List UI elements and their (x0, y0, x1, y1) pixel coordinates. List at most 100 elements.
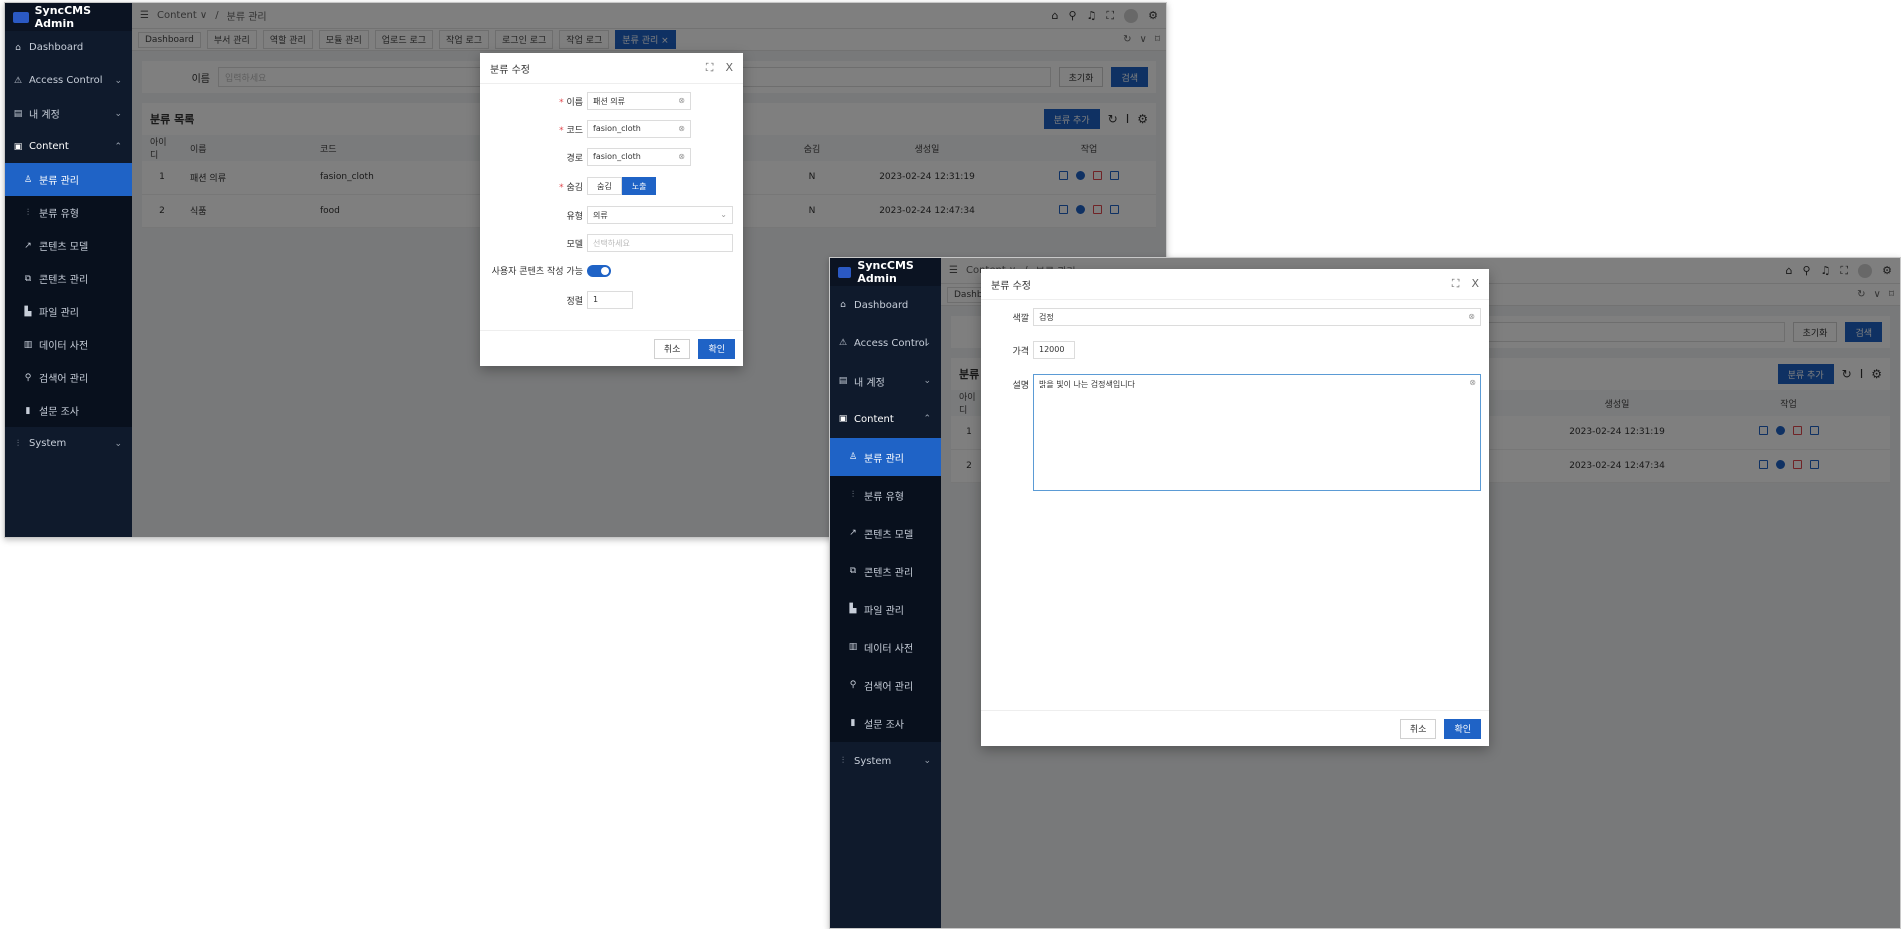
field-path: 경로 fasion_cloth ⊗ (480, 148, 691, 166)
sidebar-item-content-manage[interactable]: ⧉ 콘텐츠 관리 (830, 552, 941, 590)
type-icon: ⫶ (26, 207, 30, 218)
sidebar-item-dashboard[interactable]: ⌂ Dashboard (830, 286, 941, 324)
ok-button[interactable]: 확인 (1444, 718, 1481, 739)
sidebar-item-label: 검색어 관리 (864, 681, 914, 693)
model-select[interactable]: 선택하세요 (587, 234, 733, 252)
ugc-toggle[interactable] (587, 264, 611, 277)
sidebar-item-label: 분류 관리 (39, 176, 79, 187)
sidebar-item-survey[interactable]: ▮ 설문 조사 (830, 704, 941, 742)
sidebar-item-access-control[interactable]: ⚠ Access Control ⌄ (5, 64, 132, 97)
copy-icon: ⧉ (24, 273, 32, 284)
sidebar-item-content-model[interactable]: ↗ 콘텐츠 모델 (830, 514, 941, 552)
expand-icon[interactable]: ⛶ (1452, 277, 1460, 291)
sidebar-item-my-account[interactable]: ▤ 내 계정 ⌄ (830, 362, 941, 400)
sidebar-item-category[interactable]: ♙ 분류 관리 (830, 438, 941, 476)
description-textarea[interactable]: 밝을 빛이 나는 검정색입니다 ⊗ (1033, 374, 1481, 491)
sidebar-item-dictionary[interactable]: ▥ 데이터 사전 (5, 328, 132, 361)
sidebar-item-label: Access Control (29, 75, 103, 86)
close-icon[interactable]: X (1471, 277, 1479, 291)
modal-body: 색깔 검정 ⊗ 가격 12000 설명 밝을 빛이 나는 검정색입니다 ⊗ (981, 300, 1489, 710)
content-icon: ▣ (838, 414, 848, 424)
sidebar-item-file-manage[interactable]: ▙ 파일 관리 (830, 590, 941, 628)
chevron-up-icon: ⌃ (923, 414, 931, 424)
type-select[interactable]: 의류 ⌄ (587, 206, 733, 224)
sidebar-item-label: 설문 조사 (864, 719, 904, 731)
modal-body: * 이름 패션 의류 ⊗ * 코드 fasion_cloth ⊗ 경로 fasion… (480, 84, 743, 330)
color-input[interactable]: 검정 ⊗ (1033, 308, 1481, 326)
modal-footer: 취소 확인 (480, 330, 743, 366)
field-order: 정렬 1 (480, 291, 633, 309)
sidebar-item-keyword[interactable]: ⚲ 검색어 관리 (830, 666, 941, 704)
brand: SyncCMS Admin (830, 258, 941, 286)
code-input-value: fasion_cloth (593, 124, 641, 133)
cancel-button[interactable]: 취소 (653, 338, 691, 359)
ok-button[interactable]: 확인 (698, 338, 735, 359)
path-input[interactable]: fasion_cloth ⊗ (587, 148, 691, 166)
field-label: 설명 (1012, 381, 1029, 391)
code-input[interactable]: fasion_cloth ⊗ (587, 120, 691, 138)
sidebar-item-label: 분류 유형 (39, 209, 79, 220)
sidebar-item-label: System (854, 755, 892, 767)
field-color: 색깔 검정 ⊗ (981, 308, 1481, 326)
sidebar-item-my-account[interactable]: ▤ 내 계정 ⌄ (5, 97, 132, 130)
account-icon: ▤ (13, 108, 23, 119)
field-hidden: * 숨김 숨김 노출 (480, 177, 657, 195)
sidebar-item-label: Dashboard (854, 299, 909, 311)
chevron-down-icon: ⌄ (114, 438, 122, 449)
home-icon: ⌂ (840, 300, 846, 310)
modal-header: 분류 수정 ⛶ X (480, 53, 743, 84)
field-label: 경로 (566, 153, 583, 164)
dictionary-icon: ▥ (848, 642, 858, 652)
price-input[interactable]: 12000 (1033, 341, 1075, 359)
sidebar-item-survey[interactable]: ▮ 설문 조사 (5, 394, 132, 427)
content-icon: ▣ (13, 141, 23, 152)
clear-icon[interactable]: ⊗ (678, 124, 685, 133)
sidebar-item-dashboard[interactable]: ⌂ Dashboard (5, 31, 132, 64)
shield-icon: ⚠ (13, 75, 23, 86)
sidebar-item-label: 콘텐츠 관리 (864, 567, 914, 579)
sidebar-item-system[interactable]: ⫶ System ⌄ (5, 427, 132, 460)
field-label-text: 숨김 (566, 182, 583, 193)
cancel-button[interactable]: 취소 (1399, 718, 1437, 739)
sidebar-item-file-manage[interactable]: ▙ 파일 관리 (5, 295, 132, 328)
sidebar-item-dictionary[interactable]: ▥ 데이터 사전 (830, 628, 941, 666)
sidebar-item-content-model[interactable]: ↗ 콘텐츠 모델 (5, 229, 132, 262)
sidebar-item-label: 분류 유형 (864, 491, 904, 503)
order-input[interactable]: 1 (587, 291, 633, 309)
expand-icon[interactable]: ⛶ (706, 61, 714, 75)
hidden-option-show[interactable]: 노출 (621, 177, 657, 195)
sidebar-item-system[interactable]: ⫶ System ⌄ (830, 742, 941, 780)
clear-icon[interactable]: ⊗ (1468, 312, 1475, 321)
clear-icon[interactable]: ⊗ (1469, 378, 1476, 387)
app-b: SyncCMS Admin ⌂ Dashboard ⚠ Access Contr… (830, 258, 1900, 928)
main-area: ☰ Content ∨ / 분류 관리 ⌂ ⚲ ♫ ⛶ ⚙ Dashboard … (941, 258, 1900, 928)
clear-icon[interactable]: ⊗ (678, 96, 685, 105)
sidebar-item-access-control[interactable]: ⚠ Access Control ⌄ (830, 324, 941, 362)
sidebar-item-keyword[interactable]: ⚲ 검색어 관리 (5, 361, 132, 394)
sidebar-item-content[interactable]: ▣ Content ⌃ (5, 130, 132, 163)
field-label: * 숨김 (480, 180, 587, 193)
chevron-down-icon: ⌄ (114, 108, 122, 119)
sidebar-item-category[interactable]: ♙ 분류 관리 (5, 163, 132, 196)
brand: SyncCMS Admin (5, 3, 132, 31)
clear-icon[interactable]: ⊗ (678, 152, 685, 161)
screenshot-b: SyncCMS Admin ⌂ Dashboard ⚠ Access Contr… (829, 257, 1901, 929)
brand-title: SyncCMS Admin (857, 259, 914, 285)
edit-category-modal: 분류 수정 ⛶ X * 이름 패션 의류 ⊗ * 코드 fasion_cloth ⊗ (480, 53, 743, 366)
field-label: 가격 (1012, 346, 1029, 357)
sidebar-item-content-manage[interactable]: ⧉ 콘텐츠 관리 (5, 262, 132, 295)
sidebar-item-category-type[interactable]: ⫶ 분류 유형 (830, 476, 941, 514)
hidden-option-hide[interactable]: 숨김 (587, 177, 622, 195)
modal-header-icons: ⛶ X (1452, 277, 1479, 291)
sidebar-item-content[interactable]: ▣ Content ⌃ (830, 400, 941, 438)
sidebar-item-label: 파일 관리 (864, 605, 904, 617)
sidebar-item-category-type[interactable]: ⫶ 분류 유형 (5, 196, 132, 229)
sidebar-item-label: 검색어 관리 (39, 374, 89, 385)
field-price: 가격 12000 (981, 341, 1075, 359)
close-icon[interactable]: X (725, 61, 733, 75)
sidebar-item-label: Dashboard (29, 42, 84, 53)
path-input-value: fasion_cloth (593, 152, 641, 161)
modal-title: 분류 수정 (991, 280, 1031, 292)
name-input[interactable]: 패션 의류 ⊗ (587, 92, 691, 110)
field-label-text: 이름 (566, 97, 583, 108)
